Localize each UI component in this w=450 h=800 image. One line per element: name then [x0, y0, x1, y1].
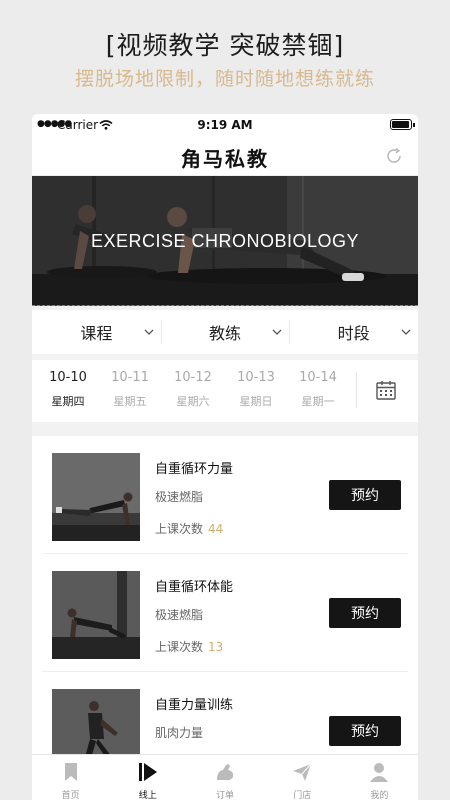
tab-online[interactable]: 线上	[109, 755, 186, 800]
tab-profile-label: 我的	[370, 791, 389, 800]
course-item[interactable]: 自重力量训练 肌肉力量 预约	[42, 672, 408, 760]
promo-title: [视频教学 突破禁锢]	[105, 31, 345, 60]
count-label: 上课次数	[155, 522, 204, 536]
course-count: 上课次数 44	[155, 520, 223, 537]
tab-bar: 首页 线上 订单 门店 我的	[32, 754, 418, 800]
tab-home[interactable]: 首页	[32, 755, 109, 800]
count-value: 44	[208, 522, 224, 536]
filter-coach[interactable]: 教练	[160, 310, 290, 354]
date-label: 10-14	[299, 370, 337, 385]
tab-orders[interactable]: 订单	[186, 755, 263, 800]
chevron-down-icon	[272, 329, 282, 335]
date-item[interactable]: 10-11 星期五	[99, 370, 161, 409]
course-item[interactable]: 自重循环体能 极速燃脂 上课次数 13 预约	[42, 554, 408, 672]
play-icon	[138, 763, 157, 781]
course-count: 上课次数 13	[155, 638, 223, 655]
tab-orders-label: 订单	[216, 791, 235, 800]
user-icon	[370, 763, 389, 782]
course-thumbnail	[52, 453, 140, 541]
course-thumbnail	[52, 571, 140, 659]
filter-coach-label: 教练	[209, 324, 242, 343]
count-value: 13	[208, 640, 224, 654]
tab-stores[interactable]: 门店	[264, 755, 341, 800]
phone-screen: ●●●●● Carrier 9:19 AM 角马私教 EXERCISE CHRO…	[32, 114, 418, 800]
weekday-label: 星期四	[51, 395, 85, 408]
course-name: 自重力量训练	[155, 698, 234, 713]
date-label: 10-10	[49, 370, 87, 385]
course-name: 自重循环力量	[155, 462, 234, 477]
weekday-label: 星期日	[239, 395, 273, 408]
book-button[interactable]: 预约	[329, 480, 401, 510]
course-name: 自重循环体能	[155, 580, 234, 595]
date-strip: 10-10 星期四 10-11 星期五 10-12 星期六 10-13 星期日 …	[32, 360, 418, 422]
date-label: 10-12	[174, 370, 212, 385]
date-item[interactable]: 10-13 星期日	[225, 370, 287, 409]
count-label: 上课次数	[155, 640, 204, 654]
course-tag: 极速燃脂	[155, 490, 204, 504]
tab-stores-label: 门店	[293, 791, 312, 800]
tab-profile[interactable]: 我的	[341, 755, 418, 800]
status-bar: ●●●●● Carrier 9:19 AM	[32, 114, 418, 136]
banner-headline: EXERCISE CHRONOBIOLOGY	[90, 231, 360, 251]
date-item[interactable]: 10-14 星期一	[287, 370, 349, 409]
book-button[interactable]: 预约	[329, 716, 401, 746]
hero-banner[interactable]: EXERCISE CHRONOBIOLOGY	[32, 176, 418, 306]
status-time: 9:19 AM	[197, 118, 253, 132]
battery-icon	[390, 119, 415, 130]
filter-time-slot-label: 时段	[337, 324, 370, 343]
promo-subtitle: 摆脱场地限制，随时随地想练就练	[74, 68, 375, 90]
filter-course[interactable]: 课程	[32, 310, 161, 354]
course-list: 自重循环力量 极速燃脂 上课次数 44 预约 自重循环体能 极速燃脂 上课次数 …	[32, 436, 418, 760]
book-button[interactable]: 预约	[329, 598, 401, 628]
date-item[interactable]: 10-12 星期六	[162, 370, 224, 409]
course-tag: 极速燃脂	[155, 608, 204, 622]
tab-home-label: 首页	[61, 791, 80, 800]
filter-bar: 课程 教练 时段	[32, 310, 418, 354]
course-tag: 肌肉力量	[155, 726, 204, 740]
course-thumbnail	[52, 689, 140, 760]
date-divider	[356, 372, 357, 408]
refresh-icon[interactable]	[384, 146, 404, 166]
nav-bar: 角马私教	[32, 136, 418, 176]
calendar-icon[interactable]	[375, 379, 397, 401]
tab-online-label: 线上	[138, 791, 157, 800]
weekday-label: 星期六	[176, 395, 210, 408]
date-label: 10-13	[237, 370, 275, 385]
weekday-label: 星期一	[301, 395, 335, 408]
filter-course-label: 课程	[80, 324, 113, 343]
date-item[interactable]: 10-10 星期四	[37, 370, 99, 409]
course-item[interactable]: 自重循环力量 极速燃脂 上课次数 44 预约	[42, 436, 408, 554]
paper-plane-icon	[293, 763, 312, 781]
chevron-down-icon	[401, 329, 411, 335]
filter-time-slot[interactable]: 时段	[289, 310, 418, 354]
weekday-label: 星期五	[113, 395, 147, 408]
arm-icon	[217, 764, 234, 781]
date-label: 10-11	[111, 370, 149, 385]
chevron-down-icon	[144, 329, 154, 335]
app-brand: 角马私教	[181, 147, 269, 171]
bookmark-icon	[64, 763, 77, 781]
